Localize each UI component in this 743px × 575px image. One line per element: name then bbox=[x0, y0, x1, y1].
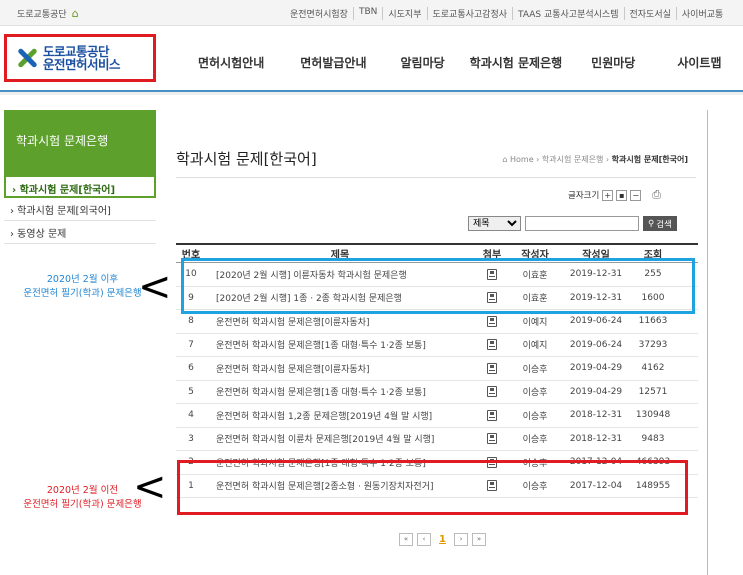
row-no: 6 bbox=[188, 363, 194, 374]
row-title-link[interactable]: 운전면허 학과시험 1,2종 문제은행[2019년 4월 말 시행] bbox=[206, 409, 474, 422]
row-views: 4162 bbox=[641, 363, 665, 374]
home-icon: ⌂ bbox=[71, 7, 79, 20]
highlight-box-before-2020 bbox=[177, 460, 688, 515]
sidebar-item-korean[interactable]: › 학과시험 문제[한국어] bbox=[4, 175, 156, 198]
search-icon: ⚲ bbox=[648, 218, 655, 229]
attachment-icon[interactable] bbox=[487, 315, 497, 327]
row-views: 11663 bbox=[638, 316, 668, 327]
site-header: 도로교통공단 운전면허서비스 면허시험안내 면허발급안내 알림마당 학과시험 문… bbox=[0, 26, 743, 90]
header-divider bbox=[0, 90, 743, 95]
row-views: 130948 bbox=[635, 410, 671, 421]
logo-line-2: 운전면허서비스 bbox=[43, 57, 121, 72]
utility-links: 운전면허시험장 TBN 시도지부 도로교통사고감정사 TAAS 교통사고분석시스… bbox=[285, 7, 728, 20]
row-author: 이예지 bbox=[522, 341, 548, 352]
nav-sitemap[interactable]: 사이트맵 bbox=[677, 54, 721, 71]
table-row: 3 운전면허 학과시험 이륜차 문제은행[2019년 4월 말 시행] 이승후 … bbox=[176, 428, 698, 451]
row-title-link[interactable]: 운전면허 학과시험 문제은행[이륜자동차] bbox=[206, 315, 474, 328]
title-divider bbox=[176, 177, 696, 178]
sidebar-title: 학과시험 문제은행 bbox=[4, 110, 156, 175]
row-date: 2018-12-31 bbox=[569, 410, 623, 421]
home-label: 도로교통공단 bbox=[17, 10, 67, 20]
nav-notice[interactable]: 알림마당 bbox=[401, 54, 445, 71]
row-no: 3 bbox=[188, 433, 194, 444]
row-no: 4 bbox=[188, 410, 194, 421]
attachment-icon[interactable] bbox=[487, 339, 497, 351]
page-title: 학과시험 문제[한국어] bbox=[176, 150, 317, 168]
row-no: 7 bbox=[188, 339, 194, 350]
util-link-test-center[interactable]: 운전면허시험장 bbox=[285, 7, 353, 20]
attachment-icon[interactable] bbox=[487, 362, 497, 374]
row-date: 2019-04-29 bbox=[569, 363, 623, 374]
row-no: 5 bbox=[188, 386, 194, 397]
row-title-link[interactable]: 운전면허 학과시험 문제은행[이륜자동차] bbox=[206, 362, 474, 375]
util-link-branches[interactable]: 시도지부 bbox=[382, 7, 426, 20]
nav-question-bank[interactable]: 학과시험 문제은행 bbox=[470, 54, 563, 71]
search-input[interactable] bbox=[525, 216, 639, 231]
row-author: 이승후 bbox=[522, 435, 548, 446]
table-row: 5 운전면허 학과시험 문제은행[1종 대형·특수 1·2종 보통] 이승후 2… bbox=[176, 381, 698, 404]
row-views: 37293 bbox=[638, 339, 668, 350]
pagination: « ‹ 1 › » bbox=[399, 533, 486, 546]
row-date: 2019-06-24 bbox=[569, 339, 623, 350]
highlight-box-after-2020 bbox=[181, 258, 695, 314]
row-no: 8 bbox=[188, 316, 194, 327]
font-size-reset-button[interactable]: ▪ bbox=[616, 189, 628, 201]
breadcrumb-mid[interactable]: 학과시험 문제은행 bbox=[542, 155, 603, 164]
pager-next-button[interactable]: › bbox=[453, 533, 468, 546]
main-nav: 면허시험안내 면허발급안내 알림마당 학과시험 문제은행 민원마당 사이트맵 bbox=[198, 54, 722, 71]
row-title-link[interactable]: 운전면허 학과시험 문제은행[1종 대형·특수 1·2종 보통] bbox=[206, 385, 474, 398]
nav-civil[interactable]: 민원마당 bbox=[591, 54, 635, 71]
print-icon[interactable]: ⎙ bbox=[652, 188, 661, 202]
row-author: 이승후 bbox=[522, 364, 548, 375]
search-field-select[interactable]: 제목 bbox=[468, 216, 521, 231]
site-logo[interactable]: 도로교통공단 운전면허서비스 bbox=[4, 34, 156, 82]
table-row: 7 운전면허 학과시험 문제은행[1종 대형·특수 1·2종 보통] 이예지 2… bbox=[176, 334, 698, 357]
util-link-accident-appraiser[interactable]: 도로교통사고감정사 bbox=[426, 7, 513, 20]
search-button-label: 검색 bbox=[656, 219, 672, 230]
pager-first-button[interactable]: « bbox=[399, 533, 413, 546]
row-date: 2019-04-29 bbox=[569, 386, 623, 397]
font-size-control: 글자크기 + ▪ − ⎙ bbox=[568, 188, 661, 202]
nav-license-issue[interactable]: 면허발급안내 bbox=[300, 54, 366, 71]
sidebar-item-video[interactable]: › 동영상 문제 bbox=[4, 221, 156, 244]
row-title-link[interactable]: 운전면허 학과시험 문제은행[1종 대형·특수 1·2종 보통] bbox=[206, 338, 474, 351]
row-date: 2018-12-31 bbox=[569, 433, 623, 444]
util-link-tbn[interactable]: TBN bbox=[352, 7, 382, 20]
util-link-cyber[interactable]: 사이버교통 bbox=[675, 7, 728, 20]
row-author: 이승후 bbox=[522, 388, 548, 399]
font-size-plus-button[interactable]: + bbox=[602, 189, 614, 201]
pager-page-1[interactable]: 1 bbox=[439, 534, 446, 545]
row-date: 2019-06-24 bbox=[569, 316, 623, 327]
search-button[interactable]: ⚲ 검색 bbox=[643, 216, 677, 231]
breadcrumb: ⌂ Home › 학과시험 문제은행 › 학과시험 문제[한국어] bbox=[502, 155, 688, 164]
sidebar-item-foreign[interactable]: › 학과시험 문제[외국어] bbox=[4, 198, 156, 221]
search-bar: 제목 ⚲ 검색 bbox=[468, 216, 677, 231]
util-link-library[interactable]: 전자도서실 bbox=[623, 7, 676, 20]
attachment-icon[interactable] bbox=[487, 433, 497, 445]
breadcrumb-current: 학과시험 문제[한국어] bbox=[611, 155, 688, 164]
row-title-link[interactable]: 운전면허 학과시험 이륜차 문제은행[2019년 4월 말 시행] bbox=[206, 432, 474, 445]
row-views: 9483 bbox=[641, 433, 665, 444]
row-author: 이승후 bbox=[522, 411, 548, 422]
right-divider bbox=[707, 110, 708, 575]
util-link-taas[interactable]: TAAS 교통사고분석시스템 bbox=[512, 7, 623, 20]
attachment-icon[interactable] bbox=[487, 386, 497, 398]
row-views: 12571 bbox=[638, 386, 668, 397]
breadcrumb-home[interactable]: Home bbox=[510, 155, 534, 164]
utility-bar: 도로교통공단 ⌂ 운전면허시험장 TBN 시도지부 도로교통사고감정사 TAAS… bbox=[0, 0, 743, 26]
pager-prev-button[interactable]: ‹ bbox=[417, 533, 431, 546]
font-size-label: 글자크기 bbox=[568, 191, 600, 201]
logo-mark-icon bbox=[15, 47, 39, 69]
logo-text: 도로교통공단 운전면허서비스 bbox=[43, 45, 121, 72]
row-author: 이예지 bbox=[522, 317, 548, 328]
table-row: 6 운전면허 학과시험 문제은행[이륜자동차] 이승후 2019-04-29 4… bbox=[176, 357, 698, 381]
attachment-icon[interactable] bbox=[487, 409, 497, 421]
home-link[interactable]: 도로교통공단 ⌂ bbox=[17, 7, 79, 20]
font-size-minus-button[interactable]: − bbox=[630, 189, 642, 201]
breadcrumb-home-icon: ⌂ bbox=[502, 155, 508, 164]
nav-license-test[interactable]: 면허시험안내 bbox=[198, 54, 264, 71]
pager-last-button[interactable]: » bbox=[471, 533, 486, 546]
table-row: 4 운전면허 학과시험 1,2종 문제은행[2019년 4월 말 시행] 이승후… bbox=[176, 404, 698, 428]
annotation-brace-before: < bbox=[133, 464, 167, 510]
